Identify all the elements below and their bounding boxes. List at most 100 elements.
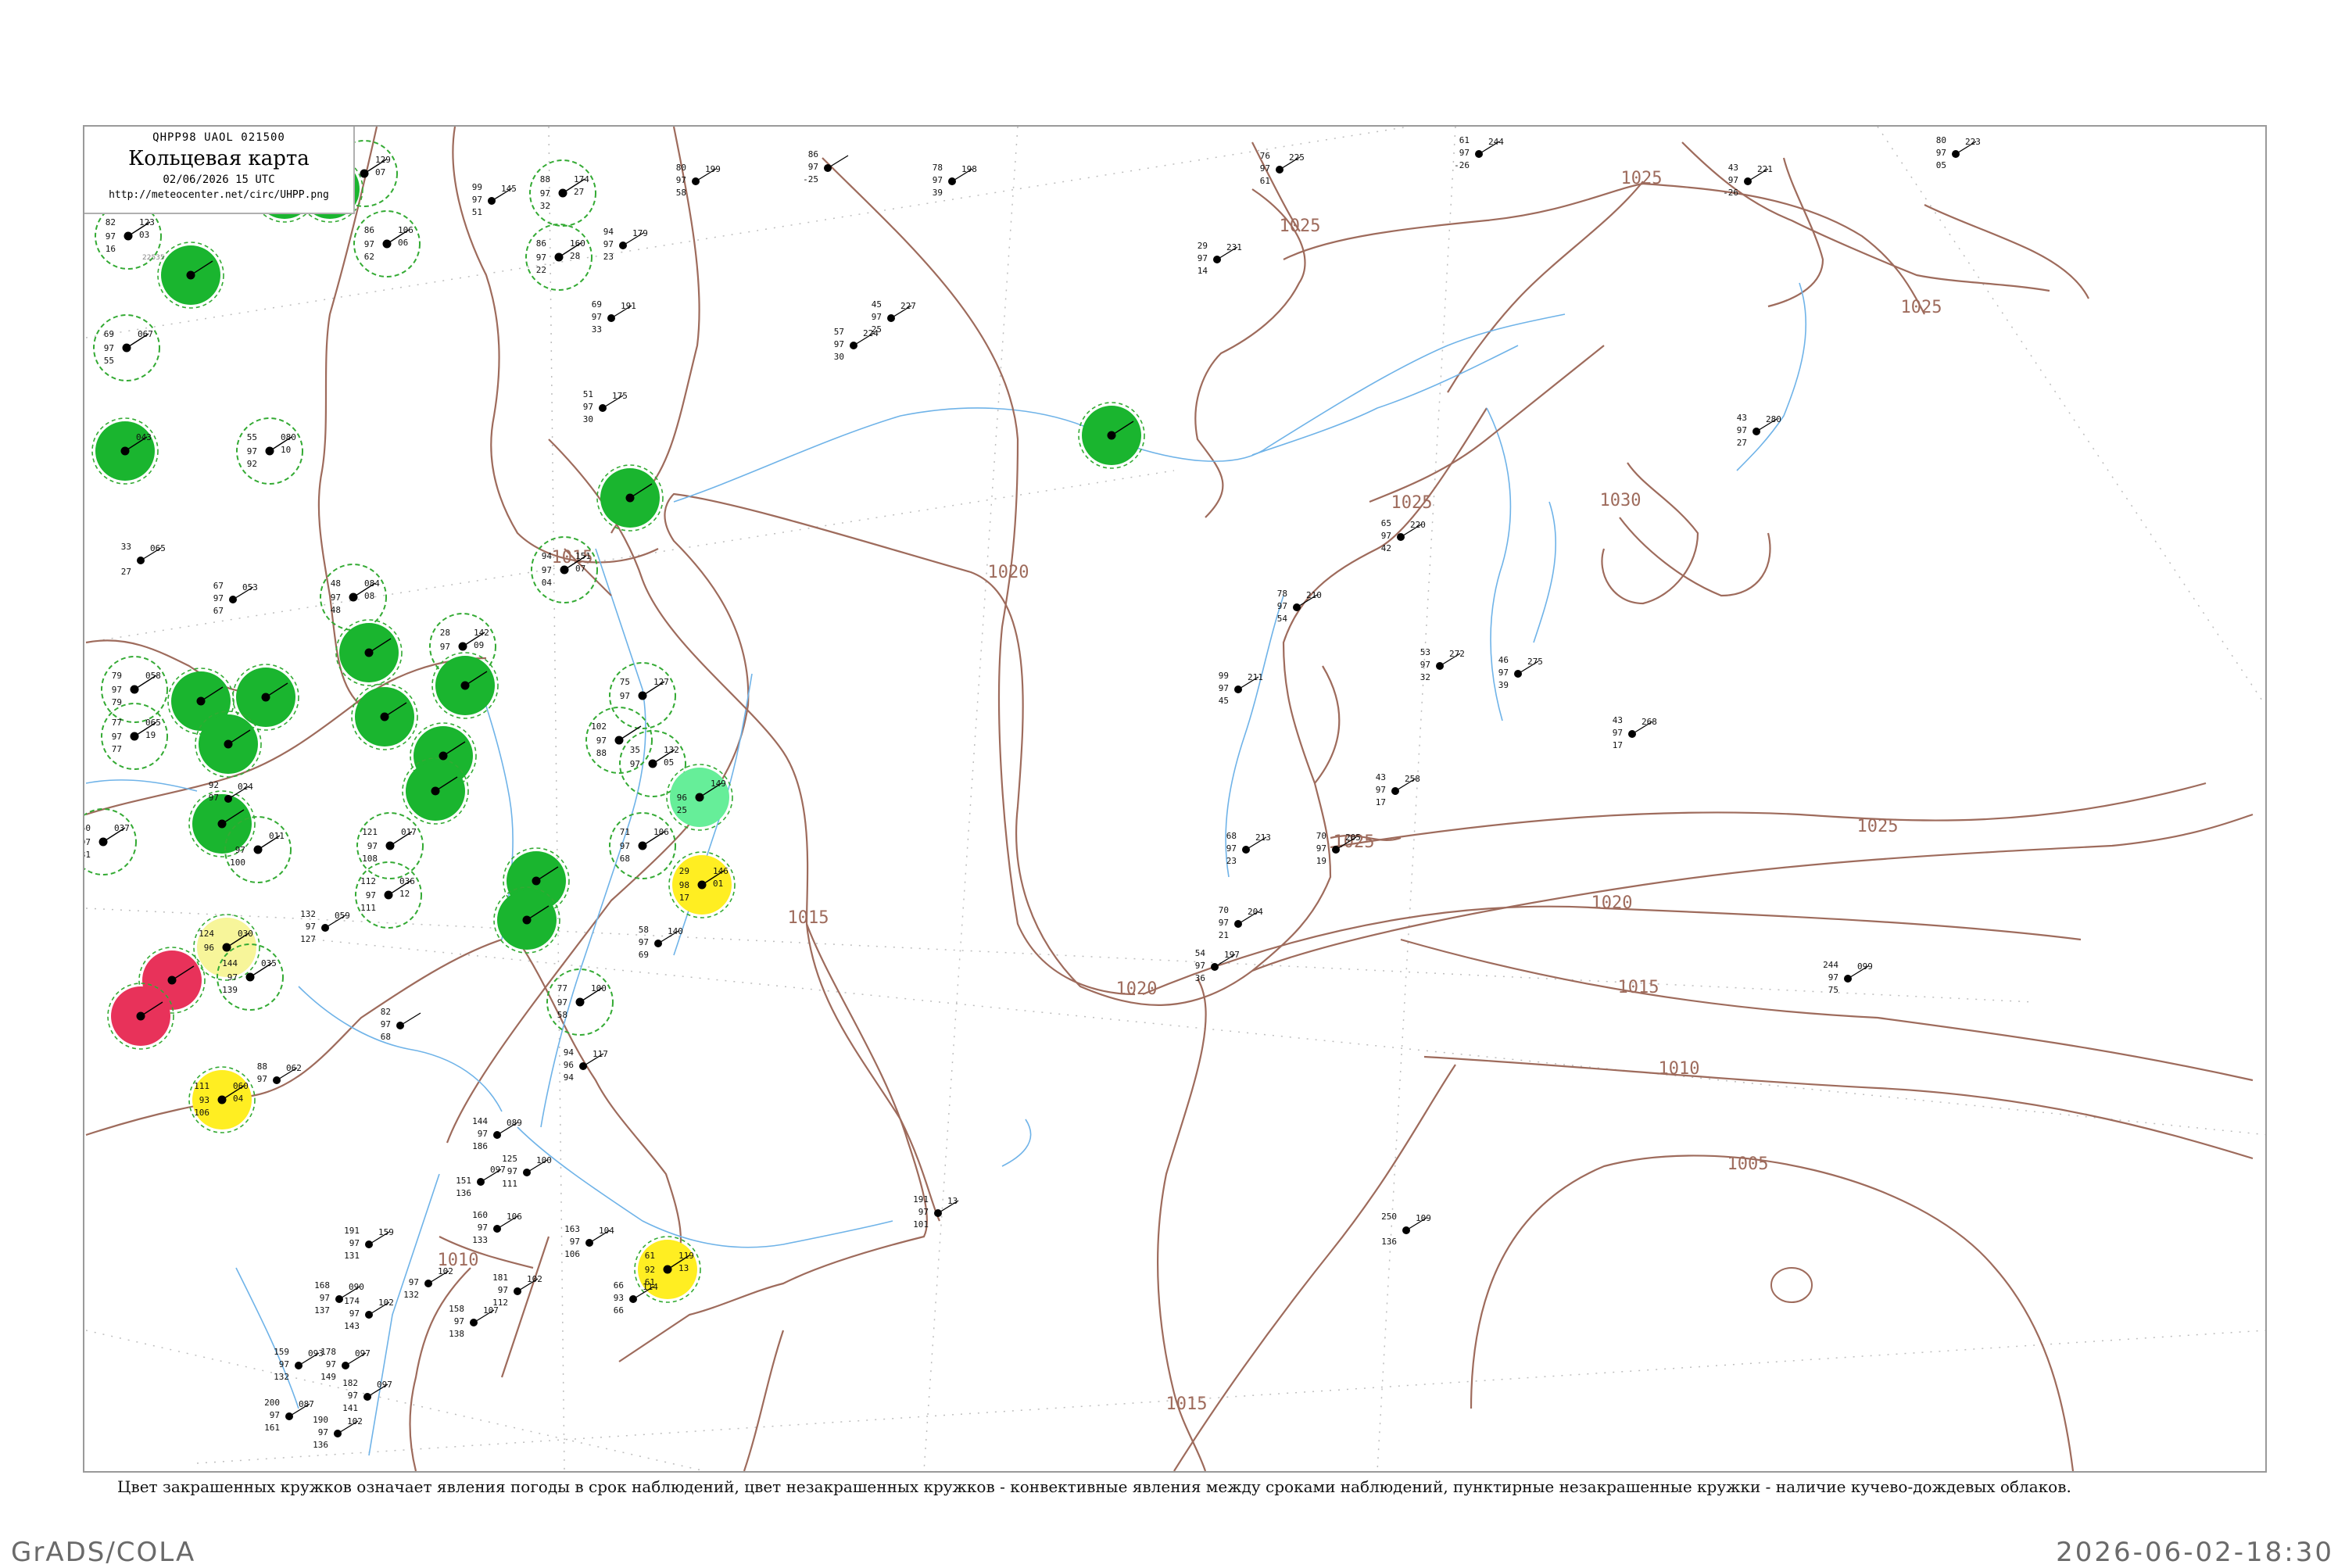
grid-line bbox=[1377, 127, 1456, 1471]
station-value: 97 bbox=[235, 845, 245, 855]
station-plot[interactable]: 174 97 143 102 bbox=[344, 1296, 394, 1331]
station-value: 96 bbox=[204, 943, 214, 953]
station-value: 51 bbox=[583, 389, 593, 399]
station-plot[interactable]: 70 97 21 204 bbox=[1219, 905, 1263, 940]
station-plot[interactable]: 112 97 111 036 12 bbox=[360, 876, 415, 913]
station-plot[interactable]: 76 97 61 225 bbox=[1260, 151, 1305, 186]
station-plot[interactable]: 29 97 14 231 bbox=[1198, 241, 1242, 276]
map-url[interactable]: http://meteocenter.net/circ/UHPP.png bbox=[84, 189, 353, 201]
station-plot[interactable]: 68 97 23 213 bbox=[1226, 831, 1271, 866]
station-plot[interactable]: 77 97 77 065 19 bbox=[112, 718, 161, 754]
station-value: 94 bbox=[603, 227, 614, 237]
station-plot[interactable]: 86 97 62 106 06 bbox=[364, 225, 414, 262]
station-value: 09 bbox=[474, 640, 484, 650]
station-plot[interactable]: 66 93 66 114 bbox=[614, 1280, 658, 1316]
station-value: 54 bbox=[1195, 948, 1206, 958]
station-plot[interactable]: 43 97 27 280 bbox=[1737, 413, 1781, 448]
station-plot[interactable]: 99 97 51 145 bbox=[472, 182, 517, 217]
station-plot[interactable]: 250 136 109 bbox=[1381, 1212, 1431, 1247]
station-plot[interactable]: 61 97 -26 244 bbox=[1454, 135, 1504, 170]
station-plot[interactable]: 92 97 024 bbox=[209, 780, 253, 803]
station-pressure: 191 bbox=[621, 301, 636, 311]
station-plot[interactable]: 33 27 065 bbox=[121, 542, 166, 577]
station-plot[interactable]: 28 97 142 09 bbox=[440, 628, 489, 652]
station-plot[interactable]: 200 97 161 087 bbox=[264, 1398, 314, 1433]
station-value: 46 bbox=[1498, 655, 1509, 665]
station-pressure: 231 bbox=[1226, 242, 1242, 252]
station-value: 77 bbox=[112, 744, 122, 754]
isobar-label: 1025 bbox=[1901, 298, 1942, 317]
station-plot[interactable]: 78 97 39 198 bbox=[933, 163, 977, 198]
station-plot[interactable]: 58 97 69 140 bbox=[639, 925, 683, 960]
station-plot[interactable]: 57 97 30 224 bbox=[834, 327, 879, 362]
station-plot[interactable]: 132 97 127 059 bbox=[300, 909, 350, 944]
station-plot[interactable]: 99 97 45 211 bbox=[1219, 671, 1263, 706]
station-value: 05 bbox=[664, 757, 674, 768]
station-plots[interactable]: 8297161230322535799712907869762106066997… bbox=[84, 135, 1981, 1450]
station-plot[interactable]: 69 97 33 191 bbox=[592, 299, 636, 335]
station-plot[interactable]: 18197112102 bbox=[492, 1273, 542, 1308]
station-plot[interactable]: 55 97 92 080 10 bbox=[247, 432, 296, 469]
station-plot[interactable]: 48 97 48 084 08 bbox=[331, 578, 380, 615]
station-value: 81 bbox=[84, 850, 91, 860]
station-pressure: 213 bbox=[1255, 832, 1271, 843]
station-plot[interactable]: 144 97 186 089 bbox=[472, 1116, 522, 1151]
station-plot[interactable]: 151 136 097 bbox=[456, 1165, 506, 1198]
station-value: 39 bbox=[1498, 680, 1509, 690]
station-plot[interactable]: 75 97 127 bbox=[620, 677, 669, 701]
station-plot[interactable]: 71 97 68 106 bbox=[620, 827, 669, 864]
station-plot[interactable]: 94 96 94 117 bbox=[564, 1047, 608, 1083]
station-plot[interactable]: 163 97 106 104 bbox=[564, 1224, 614, 1259]
station-plot[interactable]: 86 97 -25 bbox=[803, 149, 849, 184]
station-plot[interactable]: 125 97 111 100 bbox=[502, 1154, 552, 1189]
map-frame: 1025 1025 1025 1025 1030 1020 1015 1015 1025 1025… bbox=[83, 125, 2267, 1473]
station-plot[interactable]: 15997132093 bbox=[274, 1347, 324, 1382]
station-plot[interactable]: 43 97 17 258 bbox=[1376, 772, 1420, 807]
station-value: 33 bbox=[121, 542, 131, 552]
station-plot[interactable]: 80 97 58 199 bbox=[676, 163, 721, 198]
station-pressure: 197 bbox=[1224, 950, 1240, 960]
station-plot[interactable]: 244 97 75 099 bbox=[1823, 960, 1873, 995]
station-plot[interactable]: 67 97 67 053 bbox=[213, 581, 258, 616]
station-plot[interactable]: 43 97 17 268 bbox=[1613, 715, 1657, 750]
station-plot[interactable]: 80 97 05 223 bbox=[1936, 135, 1981, 170]
station-plot[interactable]: 191 97 131 159 bbox=[344, 1226, 394, 1261]
station-value: 79 bbox=[112, 671, 122, 681]
station-plot[interactable]: 94 97 23 179 bbox=[603, 227, 648, 262]
map-canvas[interactable]: 1025102510251025 103010201015101510251025… bbox=[84, 127, 2265, 1471]
station-plot[interactable]: 158 97 138 107 bbox=[449, 1304, 499, 1339]
station-value: 70 bbox=[1219, 905, 1229, 915]
station-plot[interactable]: 191 97 101 13 bbox=[913, 1194, 959, 1230]
station-plot[interactable]: 88 97 32 174 27 bbox=[540, 174, 589, 211]
station-plot[interactable]: 79 97 79 058 bbox=[112, 671, 161, 707]
station-plot[interactable]: 43 97 -26 221 bbox=[1723, 163, 1773, 198]
station-plot[interactable]: 97 132 102 bbox=[403, 1266, 453, 1300]
station-pressure: 223 bbox=[1965, 137, 1981, 147]
station-plot[interactable]: 82 97 68 bbox=[381, 1007, 421, 1042]
station-plot[interactable]: 65 97 42 220 bbox=[1381, 518, 1426, 553]
station-value: 97 bbox=[227, 972, 238, 983]
station-plot[interactable]: 78 97 54 210 bbox=[1277, 589, 1322, 624]
station-value: 97 bbox=[1613, 728, 1623, 738]
station-plot[interactable]: 190 97 136 102 bbox=[313, 1415, 363, 1450]
station-plot[interactable]: 54 97 36 197 bbox=[1195, 948, 1240, 983]
station-plot[interactable]: 86 97 22 160 28 bbox=[536, 238, 585, 275]
station-plot[interactable]: 46 97 39 275 bbox=[1498, 655, 1543, 690]
station-plot[interactable]: 178 97 149 097 bbox=[320, 1347, 371, 1382]
station-value: 97 bbox=[106, 231, 116, 242]
station-plot[interactable]: 88 97 062 bbox=[257, 1061, 302, 1084]
isobar bbox=[1283, 182, 1644, 260]
station-plot[interactable]: 150 97 81 037 bbox=[84, 823, 130, 860]
station-value: 030 bbox=[238, 929, 253, 939]
station-value: 86 bbox=[364, 225, 374, 235]
station-plot[interactable]: 35 97 132 05 bbox=[630, 745, 679, 769]
station-plot[interactable]: 69 97 55 067 bbox=[104, 329, 153, 366]
station-plot[interactable]: 82 97 16 123 03 22535 bbox=[106, 217, 165, 262]
station-plot[interactable]: 53 97 32 272 bbox=[1420, 647, 1465, 682]
station-plot[interactable]: 51 97 30 175 bbox=[583, 389, 628, 424]
station-plot[interactable]: 182 97 141 097 bbox=[342, 1378, 392, 1413]
station-plot[interactable]: 160 97 133 106 bbox=[472, 1210, 522, 1245]
station-plot[interactable]: 121 97 108 017 bbox=[362, 827, 417, 864]
station-value: 94 bbox=[564, 1047, 575, 1058]
station-plot[interactable]: 77 97 58 100 bbox=[557, 983, 607, 1020]
